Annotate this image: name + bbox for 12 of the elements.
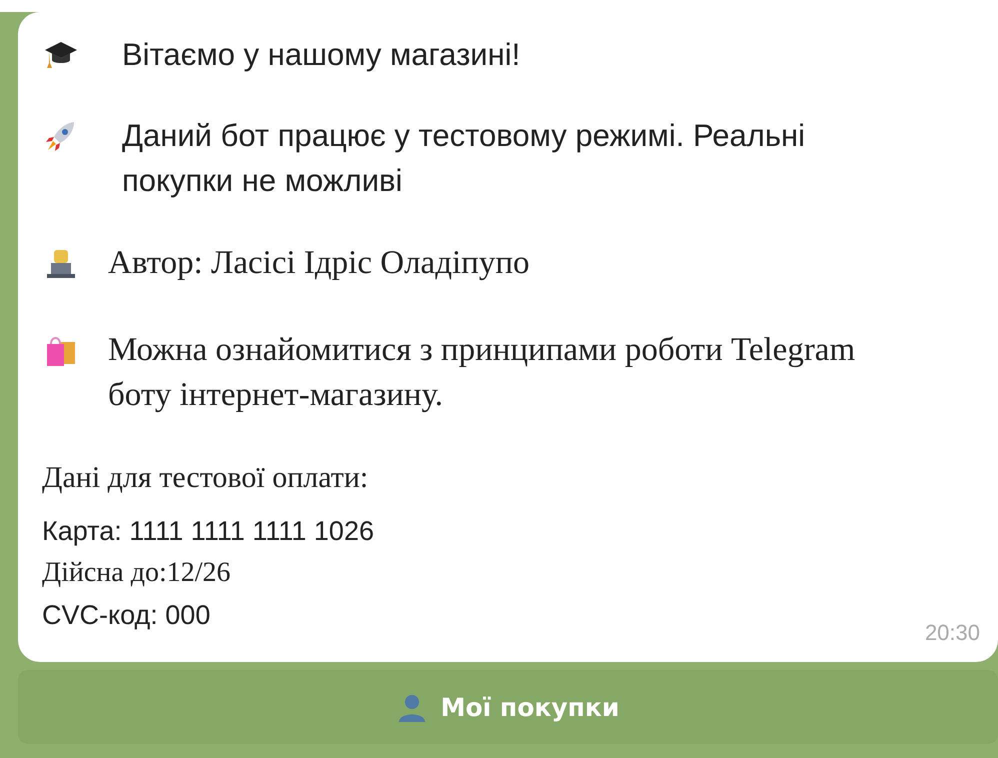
shopping-bags-icon — [44, 334, 78, 368]
payment-detail: Карта: 1111 1111 1111 1026 — [42, 515, 374, 548]
payment-detail: Дійсна до:12/26 — [42, 556, 231, 590]
payment-detail: CVC-код: 000 — [42, 599, 210, 632]
message-text: Даний бот працює у тестовому режимі. Реальні покупки не можливі — [122, 117, 806, 200]
message-text: Вітаємо у нашому магазині! — [122, 36, 520, 74]
person-icon — [396, 692, 427, 722]
keyboard-button[interactable]: Мої покупки — [18, 670, 998, 744]
message-text: Можна ознайомитися з принципами роботи Telegram боту інтернет-магазину. — [108, 331, 856, 415]
payment-heading: Дані для тестової оплати: — [42, 460, 370, 496]
message-text: Автор: Ласісі Ідріс Оладіпупо — [108, 244, 530, 283]
message-time: 20:30 — [924, 620, 980, 646]
